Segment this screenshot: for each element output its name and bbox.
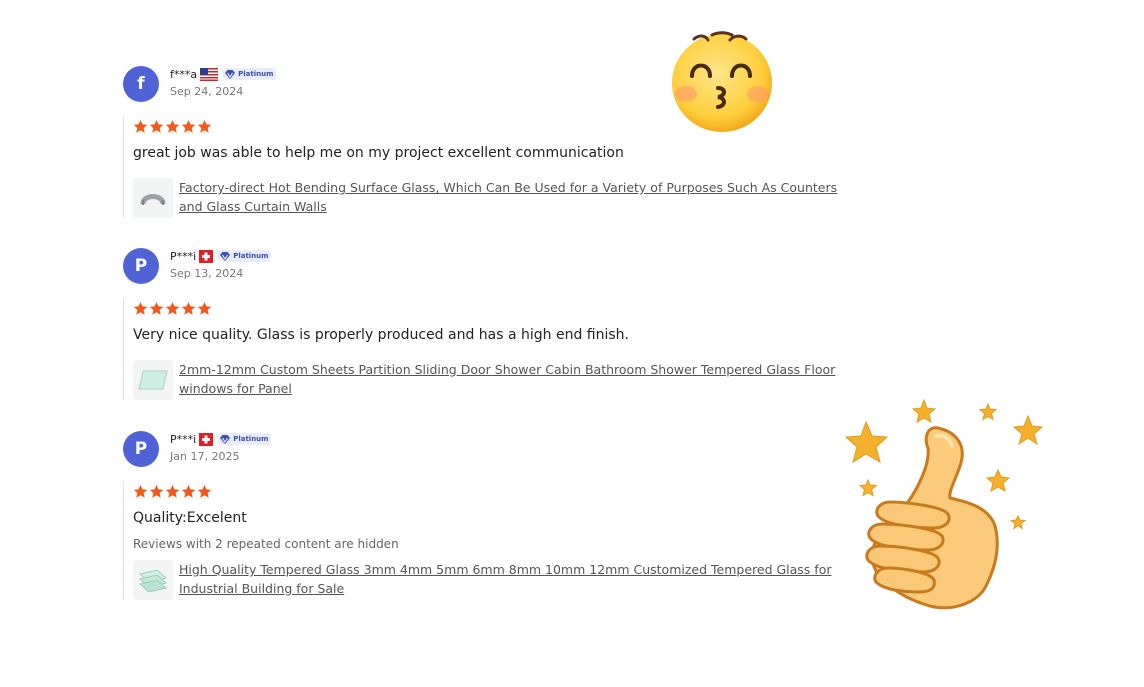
reviewer-name: f***a	[170, 67, 198, 81]
star-rating	[133, 481, 863, 501]
review-date: Sep 24, 2024	[170, 85, 244, 98]
platinum-badge: Platinum	[218, 433, 272, 445]
review-body: Very nice quality. Glass is properly pro…	[123, 298, 863, 400]
platinum-badge: Platinum	[223, 68, 277, 80]
review-header: P P***i Platinum Sep 13, 2024	[123, 248, 863, 298]
star-icon	[165, 301, 180, 315]
avatar: P	[123, 431, 159, 467]
star-icon	[149, 301, 164, 315]
badge-label: Platinum	[233, 252, 269, 260]
diamond-icon	[220, 434, 231, 444]
thumbs-up-icon	[838, 398, 1048, 624]
product-thumbnail[interactable]	[133, 360, 173, 400]
swiss-flag-icon	[199, 249, 214, 263]
reviewer-name: P***i	[170, 249, 197, 263]
platinum-badge: Platinum	[218, 250, 272, 262]
star-icon	[197, 301, 212, 315]
star-icon	[181, 119, 196, 133]
avatar: f	[123, 66, 159, 102]
star-icon	[149, 119, 164, 133]
review-date: Sep 13, 2024	[170, 267, 244, 280]
diamond-icon	[220, 251, 231, 261]
star-icon	[133, 119, 148, 133]
review-text: Quality:Excelent	[133, 510, 247, 526]
star-icon	[181, 301, 196, 315]
swiss-flag-icon	[199, 432, 214, 446]
product-link-row[interactable]: High Quality Tempered Glass 3mm 4mm 5mm …	[133, 560, 863, 600]
badge-label: Platinum	[233, 435, 269, 443]
product-link-row[interactable]: 2mm-12mm Custom Sheets Partition Sliding…	[133, 360, 863, 400]
star-icon	[197, 119, 212, 133]
star-icon	[149, 484, 164, 498]
star-icon	[133, 484, 148, 498]
product-link[interactable]: Factory-direct Hot Bending Surface Glass…	[179, 178, 849, 216]
reviewer-name: P***i	[170, 432, 197, 446]
product-thumbnail[interactable]	[133, 178, 173, 218]
user-line: f***a Platinum	[170, 66, 277, 82]
avatar: P	[123, 248, 159, 284]
product-thumbnail[interactable]	[133, 560, 173, 600]
review-date: Jan 17, 2025	[170, 450, 240, 463]
badge-label: Platinum	[238, 70, 274, 78]
product-link[interactable]: High Quality Tempered Glass 3mm 4mm 5mm …	[179, 560, 849, 598]
user-line: P***i Platinum	[170, 248, 272, 264]
review-header: P P***i Platinum Jan 17, 2025	[123, 431, 863, 481]
hidden-reviews-note: Reviews with 2 repeated content are hidd…	[133, 537, 399, 551]
review-body: Quality:Excelent Reviews with 2 repeated…	[123, 481, 863, 600]
review-text: great job was able to help me on my proj…	[133, 145, 624, 161]
product-link-row[interactable]: Factory-direct Hot Bending Surface Glass…	[133, 178, 863, 218]
star-icon	[165, 119, 180, 133]
star-icon	[181, 484, 196, 498]
diamond-icon	[225, 69, 236, 79]
star-rating	[133, 298, 863, 318]
star-icon	[197, 484, 212, 498]
star-icon	[165, 484, 180, 498]
user-line: P***i Platinum	[170, 431, 272, 447]
review-item: P P***i Platinum Jan 17, 2025 Quality:Ex…	[123, 431, 863, 600]
star-icon	[133, 301, 148, 315]
product-link[interactable]: 2mm-12mm Custom Sheets Partition Sliding…	[179, 360, 849, 398]
review-item: P P***i Platinum Sep 13, 2024 Very nice …	[123, 248, 863, 400]
kissing-face-icon	[668, 30, 776, 140]
us-flag-icon	[200, 67, 219, 81]
review-text: Very nice quality. Glass is properly pro…	[133, 327, 630, 343]
